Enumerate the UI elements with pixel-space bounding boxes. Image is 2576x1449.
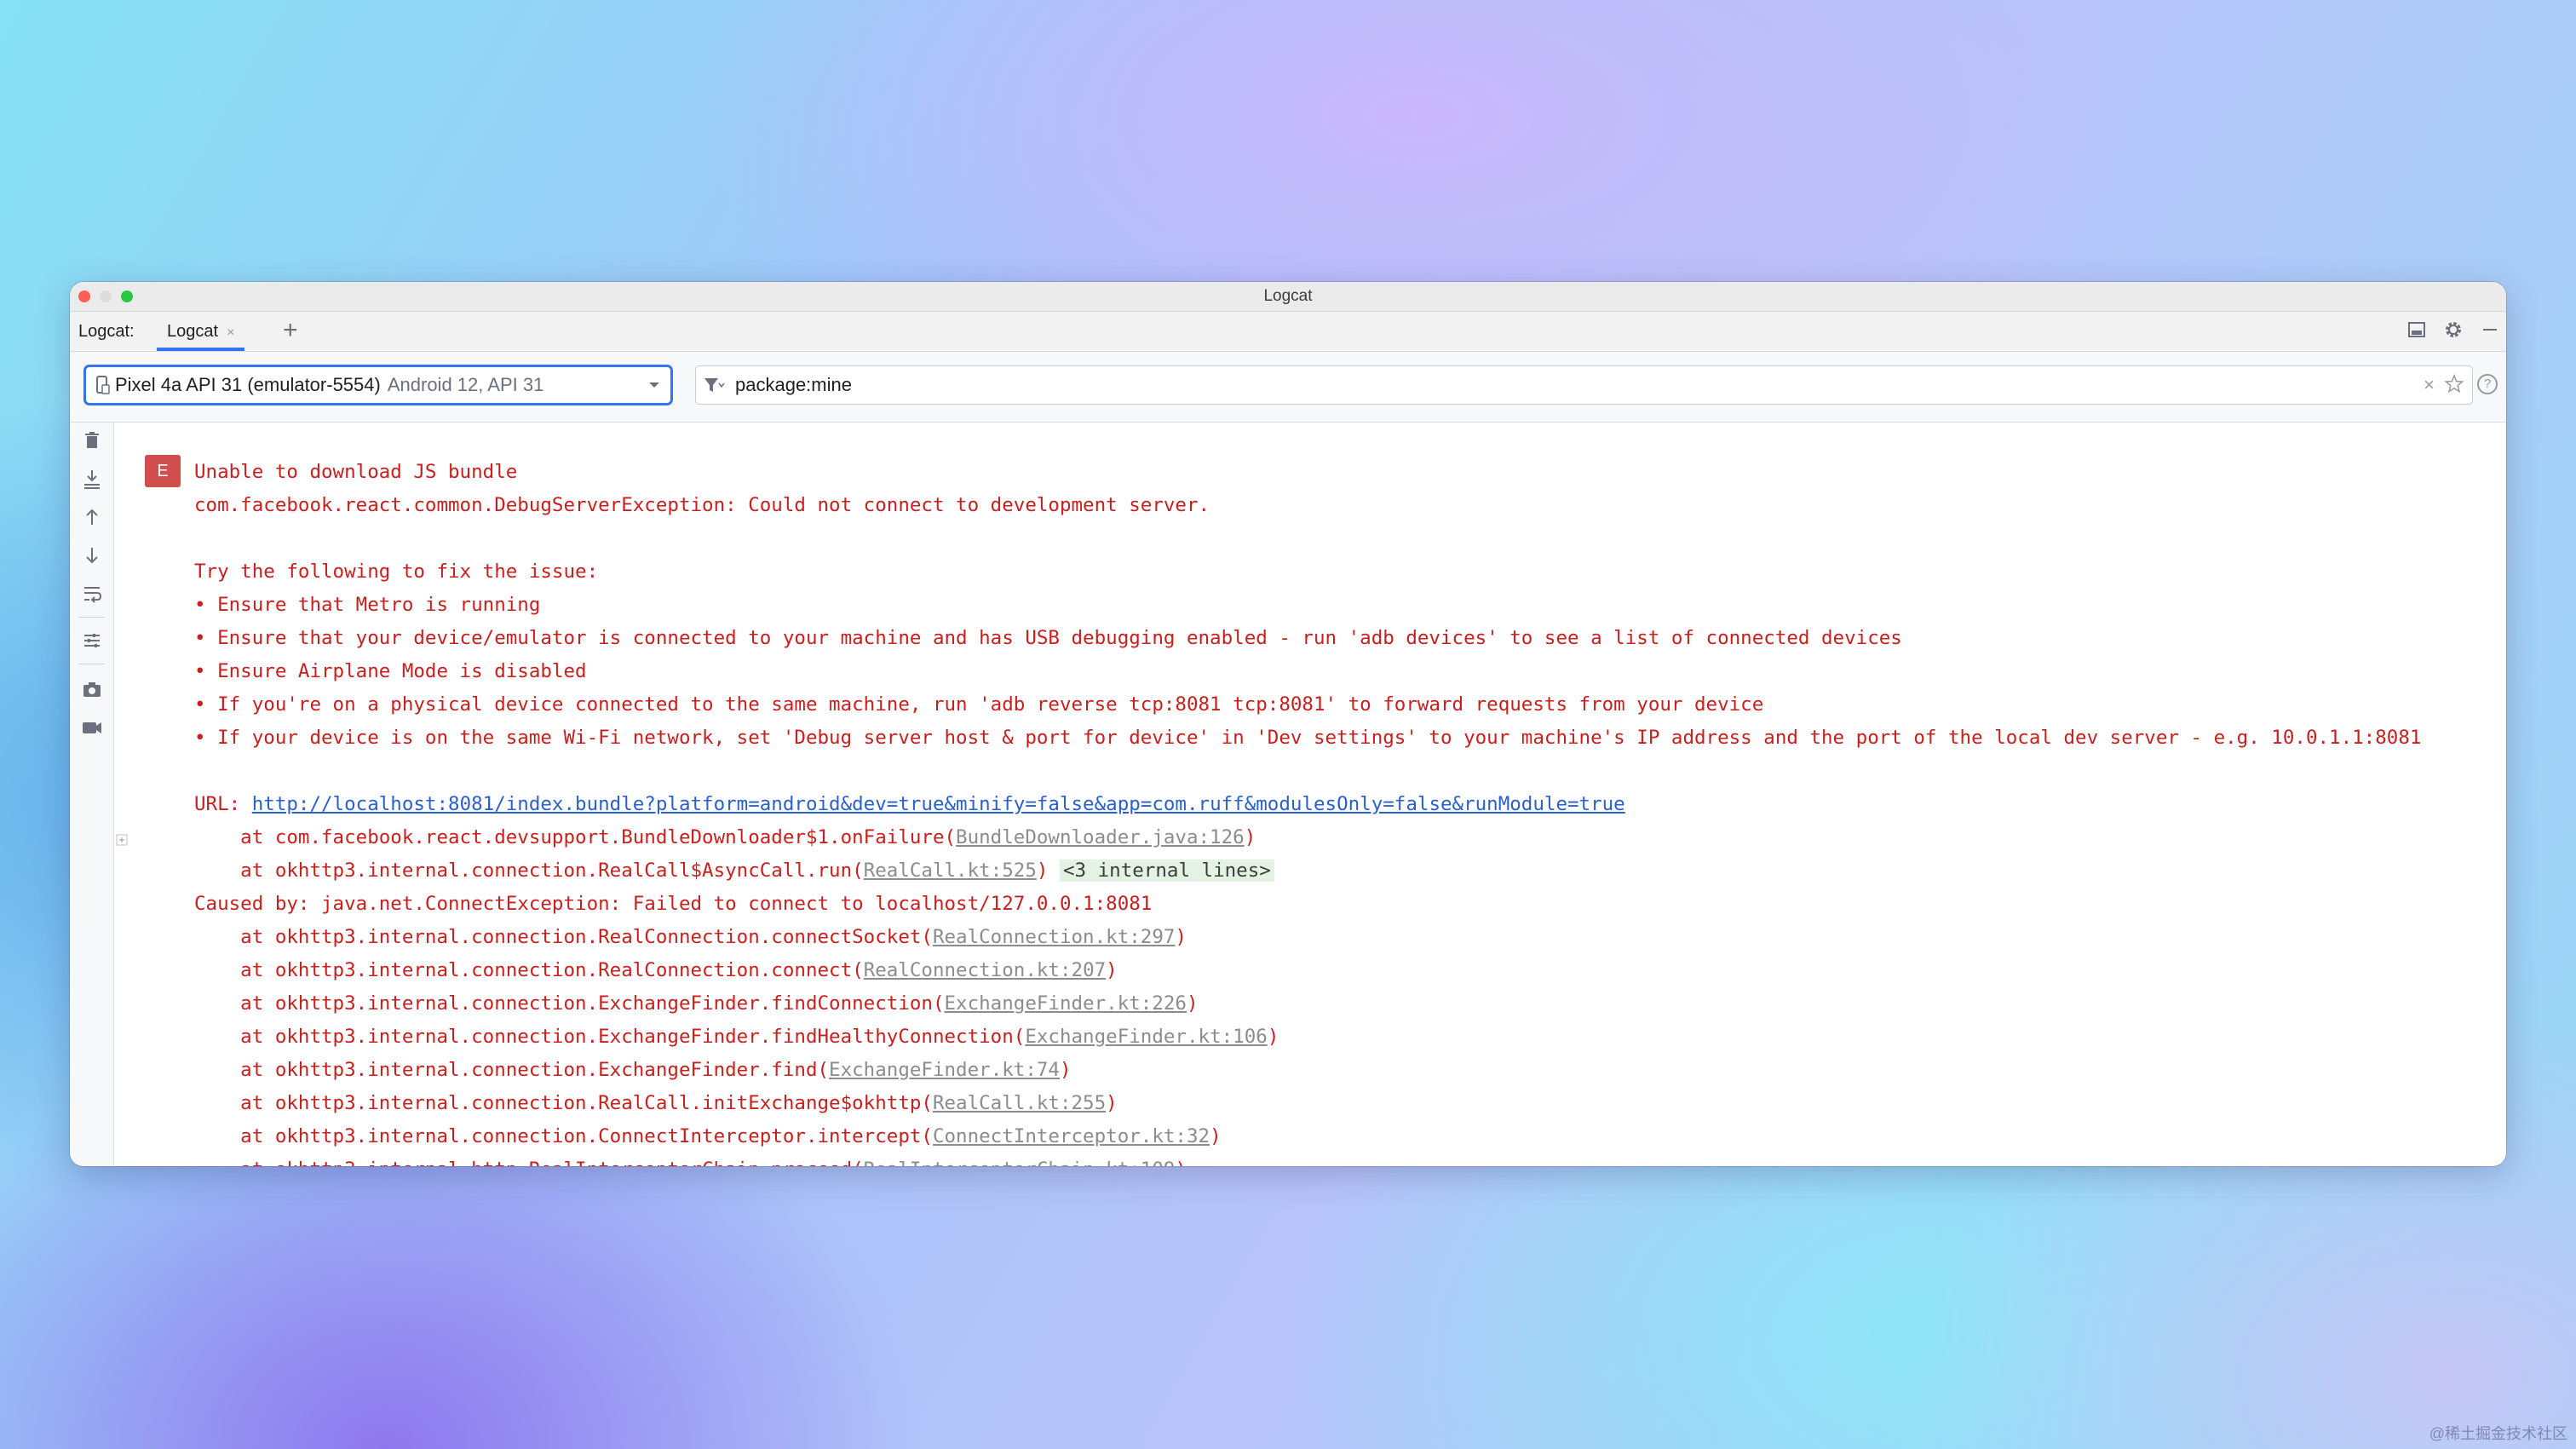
frame-text: ) [1210,1125,1222,1147]
stack-frame: at okhttp3.internal.connection.ExchangeF… [194,1054,1072,1087]
title-bar: Logcat [70,282,2506,312]
stack-frame: at okhttp3.internal.connection.RealConne… [194,954,1118,987]
log-line: • If you're on a physical device connect… [194,693,1764,716]
frame-text: ) [1059,1059,1072,1081]
device-selector[interactable]: Pixel 4a API 31 (emulator-5554) Android … [83,365,673,405]
stack-frame: at com.facebook.react.devsupport.BundleD… [194,821,1256,854]
log-line: • Ensure that Metro is running [194,594,541,616]
device-api: Android 12, API 31 [387,374,544,395]
log-line: • Ensure Airplane Mode is disabled [194,660,587,682]
toolbar-divider [78,617,105,618]
scroll-to-end-icon[interactable] [81,468,103,490]
trash-icon[interactable] [81,429,103,451]
soft-wrap-icon[interactable] [81,583,103,605]
logcat-window: Logcat Logcat: Logcat × + Pixel 4a API 31… [70,282,2506,1166]
window-title: Logcat [1263,287,1313,305]
frame-text: at okhttp3.internal.connection.RealCall.… [194,1092,933,1114]
url-label: URL: [194,793,252,815]
arrow-up-icon[interactable] [81,506,103,528]
add-tab-button[interactable]: + [283,312,298,351]
frame-text: ) [1175,926,1187,948]
frame-text: ) [1186,992,1199,1015]
filter-icon [704,378,725,392]
tab-bar: Logcat: Logcat × + [70,312,2506,352]
layout-icon[interactable] [2407,320,2426,343]
frame-text: at okhttp3.internal.connection.RealCall$… [194,860,864,882]
tab-bar-label: Logcat: [78,322,135,341]
frame-text: at okhttp3.internal.connection.RealConne… [194,926,933,948]
camera-icon[interactable] [81,678,103,700]
gear-icon[interactable] [2443,319,2464,344]
internal-lines-fold[interactable]: <3 internal lines> [1059,860,1274,882]
frame-text: ) [1267,1026,1279,1048]
frame-text: at okhttp3.internal.connection.ConnectIn… [194,1125,933,1147]
source-link[interactable]: ConnectInterceptor.kt:32 [933,1125,1210,1147]
frame-text: at okhttp3.internal.connection.RealConne… [194,959,864,981]
device-name: Pixel 4a API 31 (emulator-5554) [115,374,381,395]
side-toolbar [70,423,114,1166]
panel-tools [2407,312,2499,351]
source-link[interactable]: RealConnection.kt:297 [933,926,1175,948]
log-line: • Ensure that your device/emulator is co… [194,627,1902,649]
arrow-down-icon[interactable] [81,544,103,566]
stack-frame: at okhttp3.internal.connection.RealCall.… [194,1087,1118,1120]
video-icon[interactable] [81,716,103,739]
frame-text: at okhttp3.internal.http.RealInterceptor… [194,1159,864,1166]
star-icon[interactable] [2443,373,2465,395]
source-link[interactable]: RealCall.kt:255 [933,1092,1106,1114]
source-link[interactable]: ExchangeFinder.kt:106 [1025,1026,1267,1048]
source-link[interactable]: RealConnection.kt:207 [864,959,1106,981]
frame-text: at com.facebook.react.devsupport.BundleD… [194,826,957,848]
frame-text: at okhttp3.internal.connection.ExchangeF… [194,992,945,1015]
settings-sliders-icon[interactable] [81,630,103,652]
frame-text: ) [1106,1092,1118,1114]
log-line: Try the following to fix the issue: [194,561,599,583]
error-level-badge: E [145,455,181,487]
bundle-url-link[interactable]: http://localhost:8081/index.bundle?platf… [252,793,1625,815]
chevron-down-icon [649,382,659,388]
log-line: com.facebook.react.common.DebugServerExc… [194,494,1210,516]
help-icon[interactable]: ? [2477,374,2498,394]
phone-icon [96,376,110,394]
frame-text: at okhttp3.internal.connection.ExchangeF… [194,1059,830,1081]
tab-label: Logcat [167,322,219,341]
stack-frame: at okhttp3.internal.connection.RealCall$… [194,854,1274,888]
watermark: @稀土掘金技术社区 [2429,1425,2567,1442]
minimize-panel-icon[interactable] [2481,320,2499,343]
filter-input[interactable]: package:mine × [695,365,2473,405]
stack-frame: at okhttp3.internal.connection.RealConne… [194,921,1187,954]
source-link[interactable]: RealInterceptorChain.kt:109 [864,1159,1176,1166]
log-line: Unable to download JS bundle [194,461,518,483]
clear-filter-icon[interactable]: × [2424,374,2435,396]
frame-text: ) [1175,1159,1187,1166]
frame-text: ) [1106,959,1118,981]
log-line: • If your device is on the same Wi-Fi ne… [194,727,2422,749]
log-output: E Unable to download JS bundle com.faceb… [145,423,2506,1166]
source-link[interactable]: ExchangeFinder.kt:74 [829,1059,1060,1081]
frame-text: ) [1244,826,1256,848]
source-link[interactable]: ExchangeFinder.kt:226 [945,992,1187,1015]
close-tab-icon[interactable]: × [227,325,234,340]
stack-frame: at okhttp3.internal.http.RealInterceptor… [194,1153,1187,1166]
frame-text: ) [1036,860,1060,882]
expand-fold-icon[interactable] [116,834,128,846]
stack-frame: at okhttp3.internal.connection.ExchangeF… [194,1021,1279,1054]
log-url-line: URL: http://localhost:8081/index.bundle?… [194,788,1625,821]
tab-logcat[interactable]: Logcat × [157,312,245,351]
source-link[interactable]: RealCall.kt:525 [864,860,1037,882]
stack-frame: at okhttp3.internal.connection.ExchangeF… [194,987,1199,1021]
logcat-toolbar: Pixel 4a API 31 (emulator-5554) Android … [70,352,2506,423]
source-link[interactable]: BundleDownloader.java:126 [956,826,1245,848]
filter-query: package:mine [735,374,852,395]
frame-text: at okhttp3.internal.connection.ExchangeF… [194,1026,1026,1048]
stack-frame: at okhttp3.internal.connection.ConnectIn… [194,1120,1222,1153]
caused-by-line: Caused by: java.net.ConnectException: Fa… [194,893,1153,915]
